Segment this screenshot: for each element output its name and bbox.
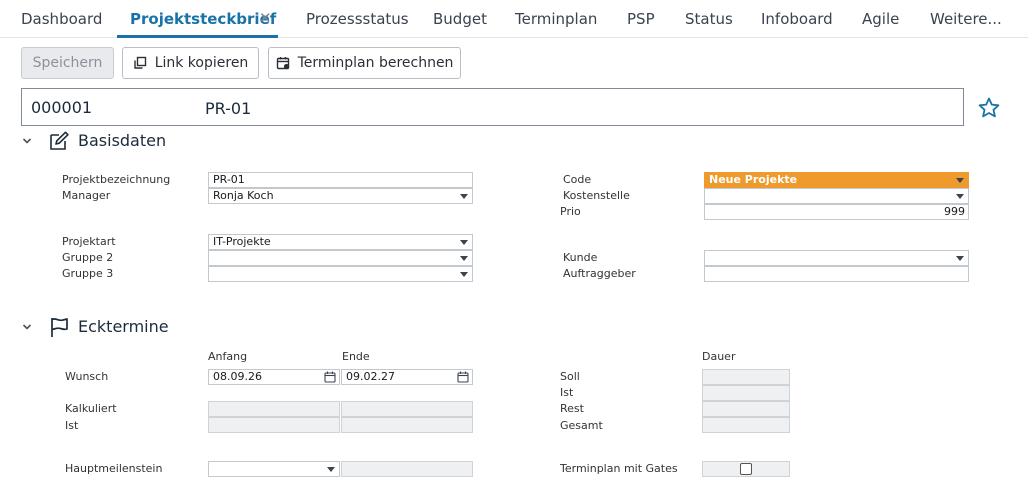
active-tab-indicator: [117, 35, 278, 38]
gruppe3-label: Gruppe 3: [62, 267, 114, 280]
auftraggeber-input[interactable]: [704, 266, 969, 282]
tab-status[interactable]: Status: [685, 10, 733, 28]
star-icon[interactable]: [977, 96, 1001, 124]
wunsch-anfang-value: 08.09.26: [213, 370, 262, 383]
tab-prozessstatus[interactable]: Prozessstatus: [306, 10, 409, 28]
ist-dauer-field: [702, 385, 790, 401]
terminplan-gates-field: [702, 461, 790, 477]
dropdown-caret-icon: [956, 194, 964, 199]
code-label: Code: [563, 173, 592, 186]
kunde-select[interactable]: [704, 250, 969, 266]
calculate-schedule-label: Terminplan berechnen: [297, 55, 454, 71]
chevron-down-icon[interactable]: [22, 134, 36, 148]
tab-bar: Dashboard Projektsteckbrief ✕ Prozesssta…: [0, 0, 1028, 38]
kunde-label: Kunde: [563, 251, 598, 264]
dropdown-caret-icon: [460, 194, 468, 199]
manager-label: Manager: [62, 189, 111, 202]
tab-terminplan[interactable]: Terminplan: [515, 10, 597, 28]
save-button[interactable]: Speichern: [21, 47, 114, 79]
wunsch-ende-date[interactable]: 09.02.27: [341, 369, 473, 385]
tab-infoboard[interactable]: Infoboard: [761, 10, 833, 28]
prio-label: Prio: [560, 205, 581, 218]
dropdown-caret-icon: [460, 272, 468, 277]
wunsch-label: Wunsch: [65, 370, 109, 383]
kostenstelle-select[interactable]: [704, 188, 969, 204]
manager-value: Ronja Koch: [213, 189, 274, 202]
projektbezeichnung-value: PR-01: [213, 173, 245, 186]
kalkuliert-label: Kalkuliert: [65, 402, 117, 415]
prio-value: 999: [944, 205, 965, 218]
tab-projektsteckbrief[interactable]: Projektsteckbrief: [130, 10, 276, 28]
rest-dauer-field: [702, 401, 790, 417]
gruppe3-select[interactable]: [208, 266, 473, 282]
terminplan-gates-checkbox[interactable]: [740, 463, 752, 475]
soll-label: Soll: [560, 370, 580, 383]
dropdown-caret-icon: [956, 178, 964, 183]
auftraggeber-label: Auftraggeber: [563, 267, 636, 280]
wunsch-anfang-date[interactable]: 08.09.26: [208, 369, 340, 385]
hauptmeilenstein-label: Hauptmeilenstein: [65, 462, 163, 475]
gesamt-dauer-field: [702, 417, 790, 433]
calendar-icon[interactable]: [457, 371, 469, 384]
tab-budget[interactable]: Budget: [433, 10, 487, 28]
soll-dauer-field: [702, 369, 790, 385]
save-button-label: Speichern: [32, 55, 103, 71]
terminplan-gates-label: Terminplan mit Gates: [560, 462, 678, 475]
hauptmeilenstein-select[interactable]: [208, 461, 340, 477]
ecktermine-section-header[interactable]: Ecktermine: [22, 316, 322, 338]
flag-icon: [48, 316, 70, 342]
project-header: 000001 PR-01: [21, 88, 964, 126]
gruppe2-select[interactable]: [208, 250, 473, 266]
close-icon[interactable]: ✕: [259, 9, 272, 27]
kalkuliert-anfang-field: [208, 401, 340, 417]
wunsch-ende-value: 09.02.27: [346, 370, 395, 383]
calendar-icon[interactable]: [324, 371, 336, 384]
tab-weitere[interactable]: Weitere...: [930, 10, 1002, 28]
dropdown-caret-icon: [956, 256, 964, 261]
ist-label: Ist: [65, 419, 79, 432]
projektbezeichnung-label: Projektbezeichnung: [62, 173, 171, 186]
ist-ende-field: [341, 417, 473, 433]
gesamt-label: Gesamt: [560, 419, 603, 432]
ende-header: Ende: [342, 350, 370, 363]
prio-input[interactable]: 999: [704, 204, 969, 220]
projektart-label: Projektart: [62, 235, 116, 248]
chevron-down-icon[interactable]: [22, 320, 36, 334]
copy-link-label: Link kopieren: [154, 55, 249, 71]
projektart-value: IT-Projekte: [213, 235, 271, 248]
dauer-header: Dauer: [702, 350, 736, 363]
kostenstelle-label: Kostenstelle: [563, 189, 630, 202]
tab-dashboard[interactable]: Dashboard: [21, 10, 102, 28]
project-name: PR-01: [205, 99, 252, 118]
copy-link-button[interactable]: Link kopieren: [122, 47, 259, 79]
tab-agile[interactable]: Agile: [862, 10, 899, 28]
code-value: Neue Projekte: [709, 173, 798, 186]
kalkuliert-ende-field: [341, 401, 473, 417]
ist-dauer-label: Ist: [560, 386, 574, 399]
dropdown-caret-icon: [460, 256, 468, 261]
anfang-header: Anfang: [208, 350, 248, 363]
basisdaten-section-header[interactable]: Basisdaten: [22, 130, 322, 152]
basisdaten-title: Basisdaten: [78, 131, 167, 150]
projektart-select[interactable]: IT-Projekte: [208, 234, 473, 250]
projektbezeichnung-input[interactable]: PR-01: [208, 172, 473, 188]
dropdown-caret-icon: [327, 467, 335, 472]
tab-psp[interactable]: PSP: [627, 10, 655, 28]
copy-icon: [133, 56, 147, 70]
project-id: 000001: [31, 98, 93, 117]
code-select[interactable]: Neue Projekte: [704, 172, 969, 188]
ist-anfang-field: [208, 417, 340, 433]
gruppe2-label: Gruppe 2: [62, 251, 114, 264]
calendar-icon: [276, 56, 290, 70]
dropdown-caret-icon: [460, 240, 468, 245]
rest-label: Rest: [560, 402, 584, 415]
ecktermine-title: Ecktermine: [78, 317, 169, 336]
calculate-schedule-button[interactable]: Terminplan berechnen: [268, 47, 461, 79]
hauptmeilenstein-date-field: [341, 461, 473, 477]
edit-icon: [48, 130, 70, 156]
manager-select[interactable]: Ronja Koch: [208, 188, 473, 204]
